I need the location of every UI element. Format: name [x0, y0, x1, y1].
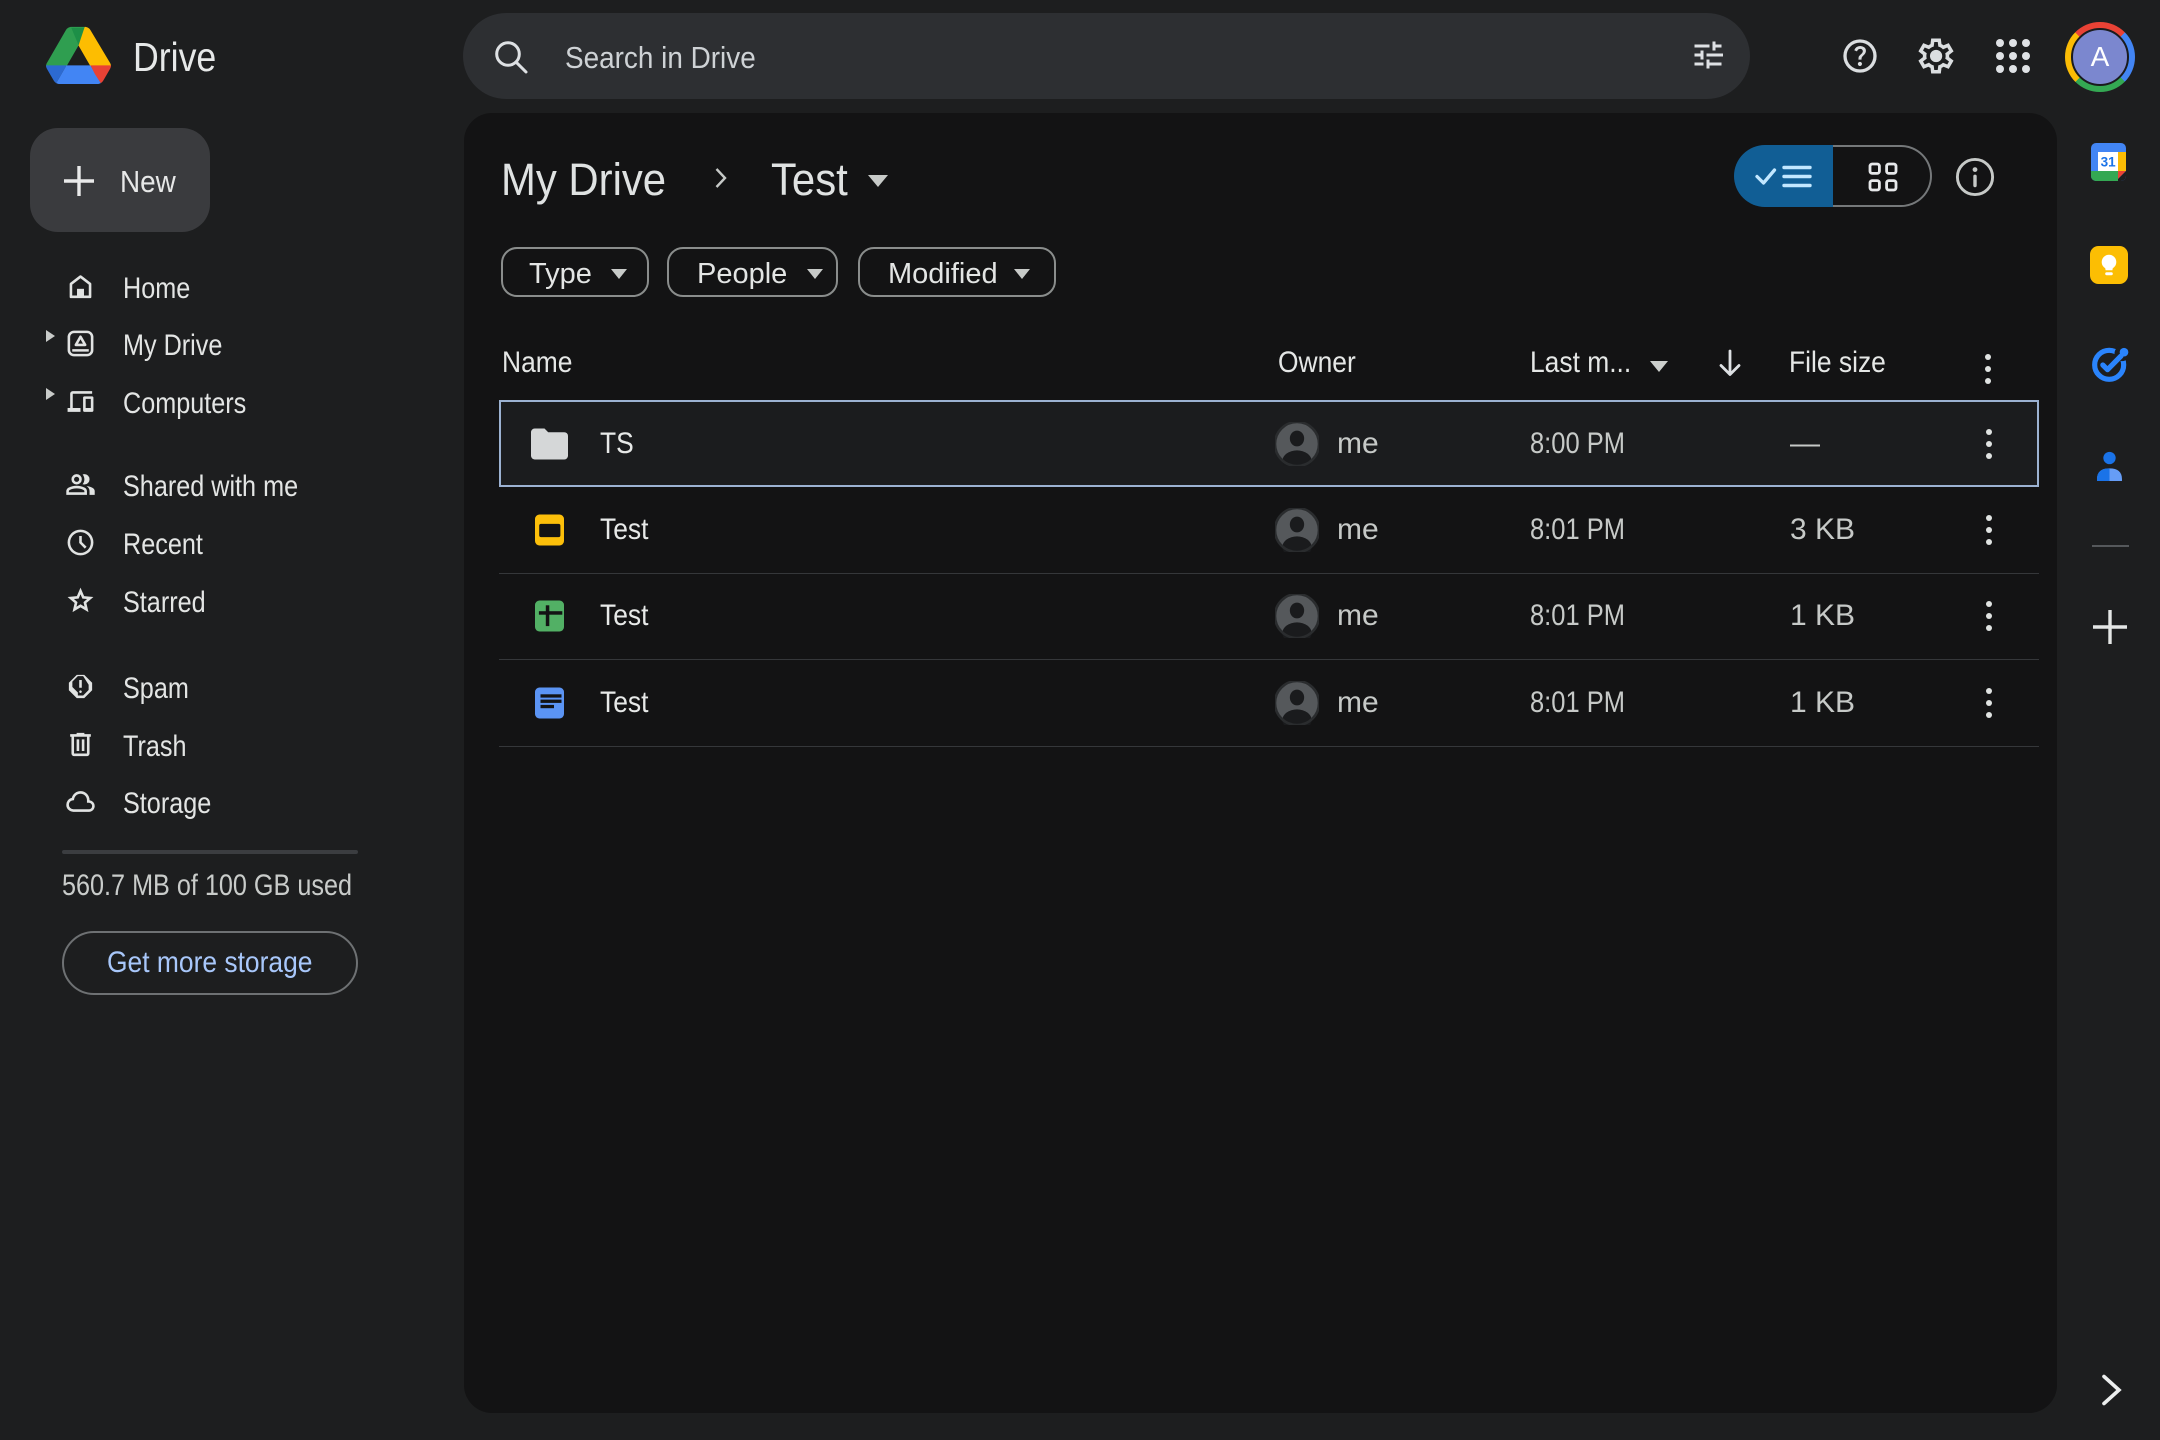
svg-text:31: 31 [2101, 155, 2117, 170]
